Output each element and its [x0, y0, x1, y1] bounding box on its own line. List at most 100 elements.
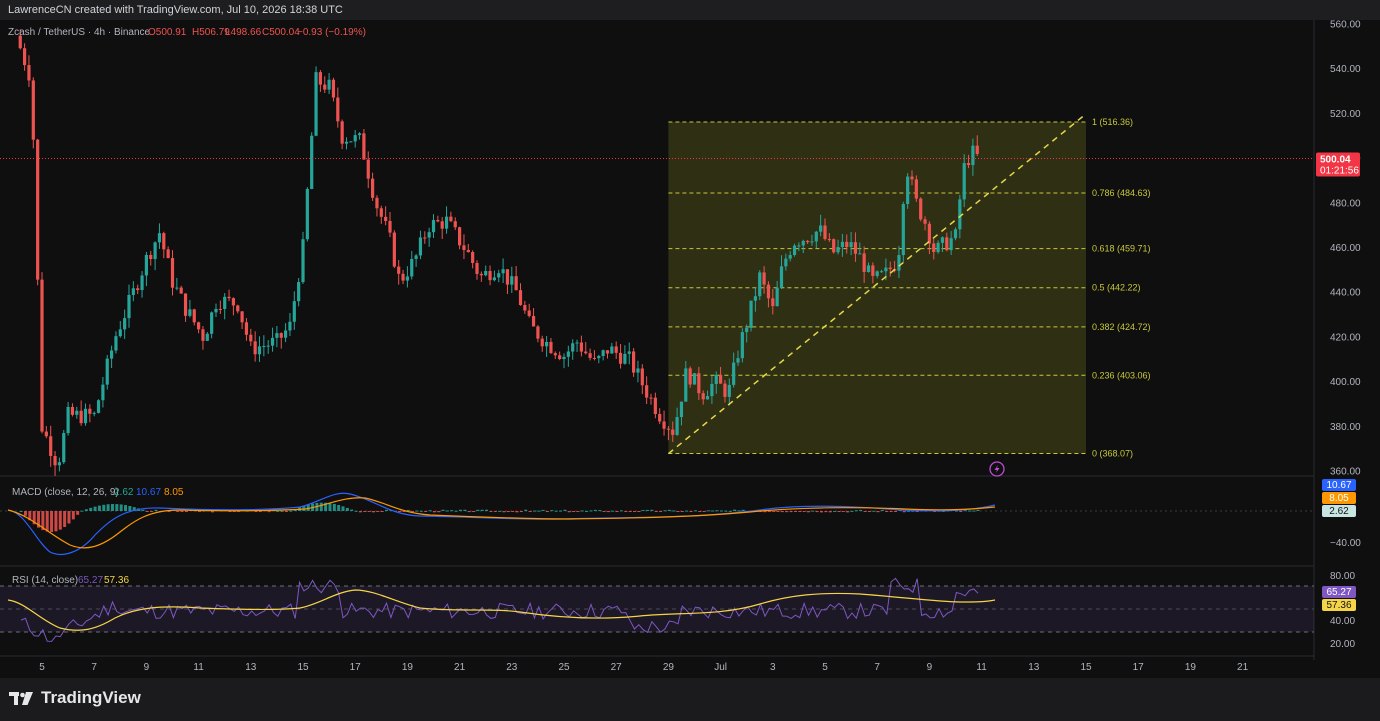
candle-body — [919, 198, 923, 220]
legend-symbol[interactable]: Zcash / TetherUS · 4h · Binance — [8, 27, 151, 38]
time-tick-label: 3 — [770, 662, 776, 673]
macd-signal-value: 8.05 — [164, 487, 184, 498]
macd-histogram-bar — [789, 511, 793, 513]
candle-body — [471, 252, 475, 263]
candle-body — [475, 262, 479, 274]
candle-body — [936, 242, 940, 253]
macd-histogram-bar — [102, 504, 106, 511]
macd-histogram-bar — [284, 511, 288, 512]
macd-histogram-bar — [972, 510, 976, 512]
candle-body — [201, 329, 205, 341]
candle-body — [492, 277, 496, 281]
candle-body — [771, 298, 775, 307]
candle-body — [218, 308, 222, 310]
candle-body — [819, 225, 823, 232]
candle-body — [36, 139, 40, 280]
candle-body — [545, 341, 549, 347]
candle-body — [975, 145, 979, 154]
candle-body — [140, 275, 144, 291]
candle-body — [862, 253, 866, 272]
candle-body — [518, 290, 523, 306]
fib-level-label: 0 (368.07) — [1092, 448, 1133, 458]
macd-histogram-bar — [176, 511, 180, 512]
macd-histogram-bar — [907, 510, 911, 512]
badge-price: 500.04 — [1320, 154, 1351, 165]
badge-countdown: 01:21:56 — [1320, 165, 1359, 176]
time-tick-label: 27 — [611, 662, 623, 673]
macd-histogram-bar — [676, 511, 680, 513]
macd-histogram-bar — [93, 506, 97, 511]
rsi-ma-badge-text: 57.36 — [1326, 600, 1351, 611]
candle-body — [527, 310, 531, 316]
candle-body — [710, 383, 714, 397]
candle-body — [514, 276, 518, 291]
candle-body — [149, 254, 153, 260]
tradingview-wordmark: TradingView — [41, 688, 141, 707]
macd-histogram-bar — [706, 510, 710, 512]
candle-body — [175, 287, 179, 289]
candle-body — [732, 362, 736, 385]
candle-body — [762, 272, 766, 285]
macd-histogram-bar — [441, 509, 445, 511]
candle-body — [236, 305, 240, 312]
macd-histogram-bar — [345, 507, 349, 511]
macd-histogram-bar — [354, 510, 358, 512]
fib-level-label: 0.382 (424.72) — [1092, 322, 1151, 332]
macd-histogram-bar — [963, 510, 967, 512]
price-axis[interactable]: 560.00540.00520.00500.00480.00460.00440.… — [1330, 20, 1361, 478]
candle-body — [845, 241, 849, 248]
candle-body — [40, 279, 44, 432]
macd-histogram-bar — [532, 510, 536, 512]
candle-body — [962, 163, 966, 200]
macd-histogram-bar — [467, 511, 471, 513]
macd-histogram-bar — [524, 509, 528, 511]
candle-body — [618, 352, 623, 364]
macd-histogram-bar — [854, 510, 858, 512]
chart-area[interactable]: 1 (516.36) 0.786 (484.63) 0.618 (459.71) 0.… — [0, 20, 1380, 678]
candle-body — [727, 384, 731, 397]
candle-body — [675, 417, 679, 435]
candle-body — [884, 267, 888, 272]
candle-body — [627, 351, 631, 354]
candle-body — [488, 270, 492, 281]
candle-body — [144, 254, 148, 276]
fib-level-label: 0.618 (459.71) — [1092, 244, 1151, 254]
macd-histogram-bar — [798, 511, 802, 512]
candle-body — [871, 265, 875, 276]
candle-body — [740, 332, 744, 359]
candle-body — [153, 242, 157, 260]
macd-histogram-bar — [893, 511, 897, 512]
candle-body — [823, 225, 827, 240]
candle-body — [427, 232, 431, 238]
candle-body — [384, 216, 388, 221]
macd-histogram-bar — [432, 511, 436, 513]
price-tick-label: 460.00 — [1330, 243, 1361, 254]
candle-body — [736, 358, 740, 363]
candle-body — [227, 296, 231, 299]
macd-histogram-bar — [802, 511, 806, 512]
macd-histogram-bar — [863, 511, 867, 512]
fibonacci-retracement[interactable]: 1 (516.36) 0.786 (484.63) 0.618 (459.71) 0.… — [668, 117, 1151, 458]
time-tick-label: 17 — [1133, 662, 1145, 673]
macd-histogram-bar — [363, 511, 367, 512]
candle-body — [188, 309, 192, 316]
macd-label[interactable]: MACD (close, 12, 26, 9) — [12, 487, 119, 498]
macd-histogram-bar — [554, 510, 558, 512]
chart-svg[interactable]: 1 (516.36) 0.786 (484.63) 0.618 (459.71) 0.… — [0, 20, 1380, 678]
candle-body — [253, 341, 257, 355]
macd-histogram-bar — [772, 511, 776, 512]
candle-body — [444, 216, 449, 229]
macd-histogram-bar — [837, 511, 841, 512]
macd-histogram-bar — [276, 510, 280, 512]
price-tick-label: 360.00 — [1330, 467, 1361, 478]
macd-histogram-bar — [67, 511, 71, 524]
candle-body — [53, 455, 57, 466]
candle-body — [875, 271, 879, 276]
macd-signal-badge-text: 8.05 — [1329, 493, 1349, 504]
rsi-label[interactable]: RSI (14, close) — [12, 575, 78, 586]
time-tick-label: 7 — [91, 662, 97, 673]
candle-body — [318, 72, 322, 85]
macd-histogram-bar — [728, 510, 732, 512]
tradingview-logo[interactable]: TradingView — [9, 688, 141, 708]
macd-histogram-bar — [450, 510, 454, 512]
